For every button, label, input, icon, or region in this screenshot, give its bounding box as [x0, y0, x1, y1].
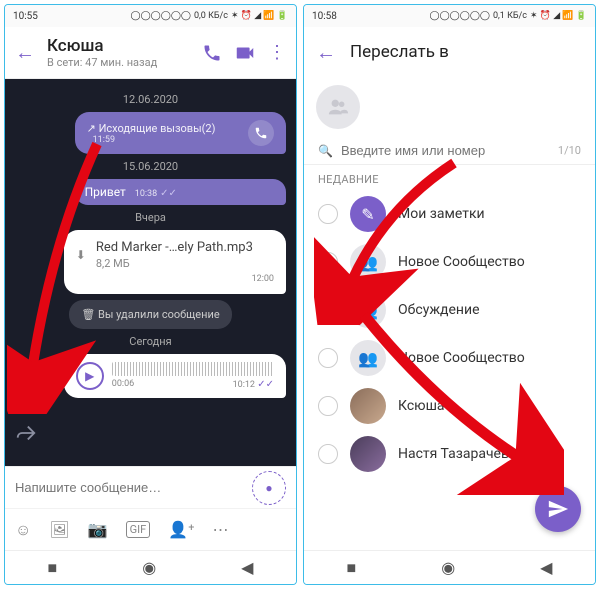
notes-icon: ✎ — [350, 196, 386, 232]
avatar — [350, 388, 386, 424]
group-avatar — [316, 85, 360, 129]
date-chip: Сегодня — [15, 335, 286, 348]
radio-unchecked[interactable] — [318, 204, 338, 224]
status-icons: ◯◯◯◯◯◯0,0 КБ/с✶ ⏰ ◢ 📶 🔋 — [131, 11, 288, 21]
nav-bar: ■ ◉ ◀ — [304, 550, 595, 584]
file-bubble[interactable]: ⬇ Red Marker -…ely Path.mp3 8,2 МБ 12:00 — [64, 230, 286, 294]
download-icon[interactable]: ⬇ — [76, 248, 86, 262]
date-chip: 15.06.2020 — [15, 160, 286, 173]
phone-right: 10:58 ◯◯◯◯◯◯0,1 КБ/с✶ ⏰ ◢ 📶 🔋 ← Переслат… — [303, 4, 596, 585]
deleted-bubble: 🗑 Вы удалили сообщение — [69, 300, 231, 329]
list-item[interactable]: 👥 Новое Сообщество — [304, 334, 595, 382]
list-item[interactable]: Настя Тазарачева Теле2 — [304, 430, 595, 478]
contact-icon[interactable]: 👤⁺ — [168, 520, 194, 539]
back-icon[interactable]: ← — [316, 40, 336, 65]
back-icon[interactable]: ← — [15, 40, 35, 65]
nav-recent-icon[interactable]: ■ — [347, 558, 357, 578]
radio-unchecked[interactable] — [318, 444, 338, 464]
phone-left: 10:55 ◯◯◯◯◯◯0,0 КБ/с✶ ⏰ ◢ 📶 🔋 ← Ксюша В … — [4, 4, 297, 585]
gif-icon[interactable]: GIF — [126, 521, 151, 538]
status-time: 10:55 — [13, 11, 38, 22]
play-icon[interactable]: ▶ — [76, 362, 104, 390]
chat-appbar: ← Ксюша В сети: 47 мин. назад ⋮ — [5, 27, 296, 79]
attachment-toolbar: ☺ 🖼 📷 GIF 👤⁺ ⋯ — [5, 508, 296, 550]
forward-icon[interactable] — [11, 418, 41, 448]
nav-home-icon[interactable]: ◉ — [441, 558, 455, 577]
chat-title: Ксюша — [47, 36, 190, 56]
mic-button[interactable]: ● — [252, 471, 286, 505]
date-chip: 12.06.2020 — [15, 93, 286, 106]
chat-subtitle: В сети: 47 мин. назад — [47, 56, 190, 69]
waveform — [112, 362, 274, 376]
section-recent: НЕДАВНИЕ — [304, 165, 595, 190]
send-button[interactable] — [535, 486, 581, 532]
radio-unchecked[interactable] — [318, 348, 338, 368]
input-bar: ● — [5, 466, 296, 508]
voice-bubble[interactable]: ▶ 00:06 10:12 ✓✓ — [64, 354, 286, 398]
nav-back-icon[interactable]: ◀ — [540, 558, 552, 577]
status-bar: 10:58 ◯◯◯◯◯◯0,1 КБ/с✶ ⏰ ◢ 📶 🔋 — [304, 5, 595, 27]
search-row: 🔍 1/10 — [304, 137, 595, 165]
list-item[interactable]: ✎ Мои заметки — [304, 190, 595, 238]
forward-header: ← Переслать в — [304, 27, 595, 77]
more-icon[interactable]: ⋮ — [268, 42, 286, 63]
radio-unchecked[interactable] — [318, 252, 338, 272]
message-input[interactable] — [15, 480, 244, 495]
call-bubble[interactable]: ↗ Исходящие вызовы(2) 11:59 — [75, 112, 286, 154]
status-icons: ◯◯◯◯◯◯0,1 КБ/с✶ ⏰ ◢ 📶 🔋 — [430, 11, 587, 21]
status-time: 10:58 — [312, 11, 337, 22]
search-input[interactable] — [341, 143, 558, 158]
radio-checked[interactable] — [318, 300, 338, 320]
community-icon: 👥 — [350, 340, 386, 376]
list-item[interactable]: 👥 Новое Сообщество — [304, 238, 595, 286]
list-item[interactable]: Ксюша — [304, 382, 595, 430]
radio-unchecked[interactable] — [318, 396, 338, 416]
nav-back-icon[interactable]: ◀ — [241, 558, 253, 577]
avatar — [350, 436, 386, 472]
voice-call-icon[interactable] — [202, 43, 222, 63]
chat-area: 12.06.2020 ↗ Исходящие вызовы(2) 11:59 1… — [5, 79, 296, 466]
sticker-icon[interactable]: ☺ — [15, 520, 31, 540]
community-icon: 👥 — [350, 244, 386, 280]
camera-icon[interactable]: 📷 — [88, 520, 108, 539]
trash-icon: 🗑 — [81, 308, 95, 321]
search-icon: 🔍 — [318, 144, 333, 158]
more-icon[interactable]: ⋯ — [213, 520, 229, 539]
gallery-icon[interactable]: 🖼 — [49, 520, 69, 539]
phone-icon — [248, 120, 274, 146]
selection-count: 1/10 — [558, 144, 581, 157]
nav-bar: ■ ◉ ◀ — [5, 550, 296, 584]
group-icon: 👥 — [350, 292, 386, 328]
date-chip: Вчера — [15, 211, 286, 224]
message-bubble[interactable]: Привет 10:38 ✓✓ — [75, 179, 286, 205]
list-item[interactable]: 👥 Обсуждение — [304, 286, 595, 334]
video-call-icon[interactable] — [234, 42, 256, 64]
status-bar: 10:55 ◯◯◯◯◯◯0,0 КБ/с✶ ⏰ ◢ 📶 🔋 — [5, 5, 296, 27]
forward-title: Переслать в — [350, 42, 449, 62]
nav-recent-icon[interactable]: ■ — [48, 558, 58, 578]
nav-home-icon[interactable]: ◉ — [142, 558, 156, 577]
